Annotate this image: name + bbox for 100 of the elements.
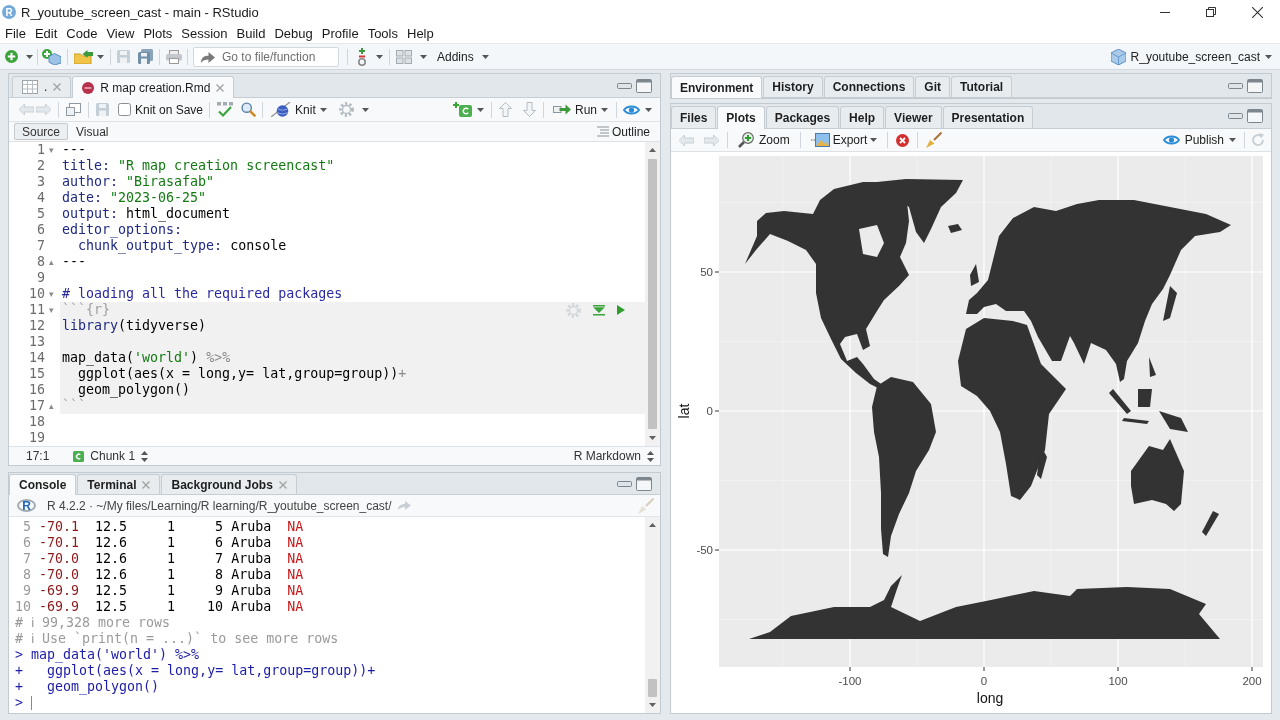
gear-icon[interactable] — [338, 102, 354, 117]
printer-icon[interactable] — [166, 49, 182, 64]
caret-icon[interactable] — [601, 107, 608, 112]
restore-icon[interactable] — [1206, 7, 1216, 17]
editor-tab[interactable]: . — [12, 76, 72, 97]
scrollbar-thumb[interactable] — [648, 679, 657, 697]
caret-icon[interactable] — [1265, 54, 1272, 59]
menu-item[interactable]: Debug — [274, 26, 313, 41]
maximize-icon[interactable] — [1247, 78, 1263, 93]
editor-tab[interactable]: R map creation.Rmd — [72, 76, 235, 98]
checkbox[interactable] — [118, 103, 131, 116]
caret-icon[interactable] — [645, 107, 652, 112]
pane-tab[interactable]: History — [763, 76, 823, 97]
project-menu[interactable]: R_youtube_screen_cast — [1108, 46, 1274, 67]
insert-chunk-icon[interactable] — [453, 102, 472, 117]
maximize-icon[interactable] — [636, 476, 652, 491]
caret-icon[interactable] — [481, 54, 489, 59]
caret-icon[interactable] — [1229, 138, 1236, 142]
scroll-down-icon[interactable] — [649, 703, 656, 707]
menu-item[interactable]: Profile — [321, 26, 359, 41]
eye-icon[interactable] — [623, 103, 640, 116]
go-to-file-field[interactable]: Go to file/function — [193, 46, 339, 67]
pane-tab[interactable]: Help — [840, 106, 885, 128]
pane-tab[interactable]: Files — [671, 106, 717, 128]
arrow-bar-icon[interactable] — [593, 304, 605, 316]
pane-tab[interactable]: Connections — [823, 76, 915, 97]
up-arrow-icon[interactable] — [499, 102, 512, 117]
console-tab[interactable]: Console — [9, 474, 77, 495]
knit-button[interactable]: Knit — [269, 99, 329, 120]
save-all-icon[interactable] — [138, 49, 153, 64]
caret-icon[interactable] — [26, 54, 33, 59]
zoom-button[interactable]: Zoom — [736, 130, 792, 150]
scroll-up-icon[interactable] — [649, 523, 656, 527]
fold-marker[interactable]: ▾ — [49, 289, 54, 299]
caret-icon[interactable] — [361, 107, 369, 112]
console-tab[interactable]: Background Jobs — [161, 474, 297, 494]
fold-marker[interactable]: ▾ — [49, 145, 54, 155]
pane-tab[interactable]: Packages — [765, 106, 840, 128]
run-button[interactable]: Run — [551, 99, 610, 120]
broom-icon[interactable] — [926, 132, 943, 148]
mode-tab[interactable]: Source — [14, 123, 69, 140]
line-number: 11 — [28, 302, 45, 318]
console-tab[interactable]: Terminal — [77, 474, 161, 494]
plus-minus-icon[interactable] — [356, 47, 368, 66]
maximize-icon[interactable] — [636, 78, 652, 93]
line-number: 7 — [36, 238, 45, 254]
line-number: 4 — [36, 190, 45, 206]
scrollbar[interactable] — [645, 142, 660, 446]
remove-circle-icon[interactable] — [896, 133, 910, 147]
caret-icon[interactable] — [477, 107, 484, 112]
pane-tab[interactable]: Presentation — [942, 106, 1034, 128]
yarn-ball-icon[interactable] — [271, 102, 292, 117]
mode-tab[interactable]: Visual — [68, 123, 117, 140]
r-logo: R — [2, 5, 16, 19]
menu-item[interactable]: File — [5, 26, 26, 41]
publish-button[interactable]: Publish — [1160, 130, 1238, 150]
pane-tab[interactable]: Environment — [671, 76, 763, 98]
fold-marker[interactable]: ▾ — [49, 305, 54, 315]
cube-plus-icon[interactable] — [42, 48, 61, 65]
close-icon[interactable] — [1251, 6, 1263, 18]
menu-item[interactable]: Tools — [367, 26, 398, 41]
maximize-icon[interactable] — [1247, 109, 1263, 123]
scrollbar-thumb[interactable] — [648, 159, 657, 429]
caret-icon[interactable] — [420, 54, 427, 59]
file-type-menu[interactable]: R Markdown — [573, 449, 654, 463]
addins-menu[interactable]: Addins — [435, 46, 491, 67]
arrow-icon — [201, 51, 215, 63]
scrollbar[interactable] — [645, 517, 660, 713]
caret-icon[interactable] — [870, 138, 878, 142]
knit-on-save-option[interactable]: Knit on Save — [118, 102, 204, 117]
eye-icon — [1162, 134, 1180, 146]
code-line: library(tidyverse) — [62, 318, 207, 334]
menu-item[interactable]: View — [106, 26, 135, 41]
folder-icon[interactable] — [74, 49, 93, 64]
menu-item[interactable]: Build — [236, 26, 266, 41]
pane-tab[interactable]: Git — [915, 76, 951, 97]
caret-icon[interactable] — [319, 107, 327, 112]
caret-icon[interactable] — [97, 54, 104, 59]
menu-item[interactable]: Code — [66, 26, 98, 41]
outline-button[interactable]: Outline — [594, 121, 652, 142]
menu-item[interactable]: Session — [181, 26, 228, 41]
chunk-menu[interactable]: Chunk 1 — [73, 449, 149, 463]
pane-tab[interactable]: Tutorial — [951, 76, 1013, 97]
menu-item[interactable]: Edit — [34, 26, 58, 41]
search-icon[interactable] — [241, 102, 257, 117]
scroll-up-icon[interactable] — [649, 148, 656, 152]
output-row: 10 -69.9 12.5 1 10 Aruba NA — [15, 599, 304, 615]
grid-icon[interactable] — [396, 49, 412, 64]
play-icon[interactable] — [617, 305, 625, 315]
menu-item[interactable]: Help — [407, 26, 434, 41]
menu-item[interactable]: Plots — [143, 26, 173, 41]
pane-tab[interactable]: Viewer — [885, 106, 942, 128]
spellcheck-icon[interactable] — [216, 102, 235, 117]
minimize-icon[interactable] — [1160, 11, 1170, 13]
down-arrow-icon[interactable] — [523, 102, 536, 117]
export-button[interactable]: Export — [808, 130, 880, 150]
pane-tab[interactable]: Plots — [717, 106, 765, 129]
caret-icon[interactable] — [376, 54, 383, 59]
scroll-down-icon[interactable] — [649, 436, 656, 440]
plus-circle-icon[interactable] — [5, 50, 18, 63]
